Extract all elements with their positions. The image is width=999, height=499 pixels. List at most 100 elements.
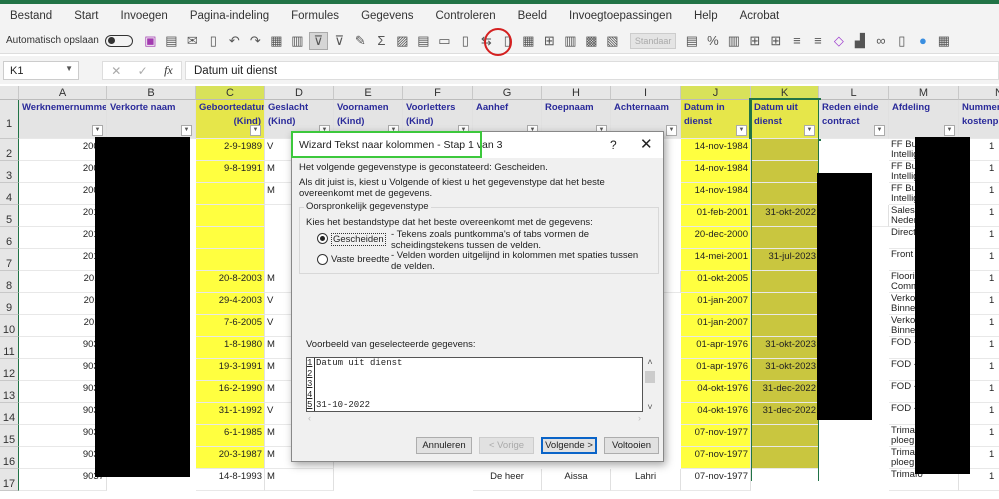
column-header-I[interactable]: I (611, 86, 681, 100)
filter-dropdown-icon[interactable]: ▼ (250, 125, 261, 136)
option-label-gescheiden[interactable]: Gescheiden (331, 233, 386, 246)
row-header-16[interactable]: 16 (0, 447, 19, 469)
row-header-15[interactable]: 15 (0, 425, 19, 447)
indent-icon[interactable]: ≡ (787, 33, 806, 48)
cell-C10[interactable]: 7-6-2005 (196, 315, 265, 337)
column-header-M[interactable]: M (889, 86, 959, 100)
radio-gescheiden[interactable] (317, 233, 328, 244)
border2-icon[interactable]: ⊞ (766, 33, 785, 49)
cell-I17[interactable]: Lahri (611, 469, 681, 491)
cell-A14[interactable]: 9037 (19, 403, 107, 425)
back-button[interactable]: < Vorige (479, 437, 534, 454)
column-header-C[interactable]: C (196, 86, 265, 100)
cell-J11[interactable]: 01-apr-1976 (681, 337, 751, 359)
row-header-1[interactable]: 1 (0, 100, 19, 139)
cell-C16[interactable]: 20-3-1987 (196, 447, 265, 469)
sum-icon[interactable]: Σ (372, 33, 391, 48)
grid-icon[interactable]: ⊞ (540, 33, 559, 49)
cell-J6[interactable]: 20-dec-2000 (681, 227, 751, 249)
pdf-icon[interactable]: ▯ (892, 33, 911, 49)
name-box[interactable]: K1 ▼ (3, 61, 79, 80)
cell-C8[interactable]: 20-8-2003 (196, 271, 265, 293)
cell-C2[interactable]: 2-9-1989 (196, 139, 265, 161)
insert-table-icon[interactable]: ▦ (519, 33, 538, 49)
column-header-A[interactable]: A (19, 86, 107, 100)
help-icon[interactable]: ? (610, 138, 617, 152)
menu-tab-start[interactable]: Start (74, 10, 98, 22)
column-header-D[interactable]: D (265, 86, 334, 100)
row-header-11[interactable]: 11 (0, 337, 19, 359)
save-icon[interactable]: ▣ (141, 33, 160, 49)
column-header-E[interactable]: E (334, 86, 403, 100)
check-icon[interactable]: ✓ (138, 64, 148, 78)
outdent-icon[interactable]: ≡ (808, 33, 827, 48)
cell-A7[interactable]: 2010 (19, 249, 107, 271)
save-as-icon[interactable]: ▤ (162, 33, 181, 49)
filter-dropdown-icon[interactable]: ▼ (666, 125, 677, 136)
copy-icon[interactable]: ▯ (456, 33, 475, 49)
number-icon[interactable]: ▤ (682, 33, 701, 49)
column-header-G[interactable]: G (473, 86, 542, 100)
table-icon[interactable]: ▦ (267, 33, 286, 49)
preview-vertical-scrollbar[interactable]: ˄ ˅ (643, 357, 657, 412)
cell-C15[interactable]: 6-1-1985 (196, 425, 265, 447)
filter-dropdown-icon[interactable]: ▼ (736, 125, 747, 136)
cell-J8[interactable]: 01-okt-2005 (681, 271, 751, 293)
cell-A6[interactable]: 2010 (19, 227, 107, 249)
filter-icon[interactable]: ⊽ (308, 31, 328, 50)
filter-dropdown-icon[interactable]: ▼ (874, 125, 885, 136)
column-header-N[interactable]: N (959, 86, 999, 100)
row-header-12[interactable]: 12 (0, 359, 19, 381)
menu-tab-controleren[interactable]: Controleren (436, 10, 496, 22)
cell-C11[interactable]: 1-8-1980 (196, 337, 265, 359)
option-label-vaste-breedte[interactable]: Vaste breedte (331, 254, 389, 265)
paste-icon[interactable]: ▨ (393, 33, 412, 49)
cell-A11[interactable]: 9036 (19, 337, 107, 359)
autosave-toggle[interactable] (104, 34, 133, 47)
column-header-H[interactable]: H (542, 86, 611, 100)
chevron-down-icon[interactable]: ▼ (65, 64, 73, 73)
cell-J16[interactable]: 07-nov-1977 (681, 447, 751, 469)
column-header-L[interactable]: L (819, 86, 889, 100)
row-header-17[interactable]: 17 (0, 469, 19, 491)
menu-tab-invoegtoepassingen[interactable]: Invoegtoepassingen (569, 10, 672, 22)
cell-C14[interactable]: 31-1-1992 (196, 403, 265, 425)
cell-C13[interactable]: 16-2-1990 (196, 381, 265, 403)
eraser-icon[interactable]: ◇ (829, 33, 848, 49)
redo-icon[interactable]: ↷ (246, 33, 265, 49)
cell-A8[interactable]: 2011 (19, 271, 107, 293)
cell-C9[interactable]: 29-4-2003 (196, 293, 265, 315)
picture-icon[interactable]: ▧ (603, 33, 622, 49)
row-header-5[interactable]: 5 (0, 205, 19, 227)
column-header-J[interactable]: J (681, 86, 751, 100)
column-header-K[interactable]: K (751, 86, 819, 100)
cell-C5[interactable] (196, 205, 265, 227)
border-icon[interactable]: ⊞ (745, 33, 764, 49)
cell-A15[interactable]: 9037 (19, 425, 107, 447)
cell-J5[interactable]: 01-feb-2001 (681, 205, 751, 227)
menu-tab-invoegen[interactable]: Invoegen (121, 10, 168, 22)
row-header-14[interactable]: 14 (0, 403, 19, 425)
cell-J15[interactable]: 07-nov-1977 (681, 425, 751, 447)
finish-button[interactable]: Voltooien (604, 437, 659, 454)
freeze-icon[interactable]: ▤ (414, 33, 433, 49)
cell-J17[interactable]: 07-nov-1977 (681, 469, 751, 491)
menu-tab-pagina-indeling[interactable]: Pagina-indeling (190, 10, 269, 22)
cell-C4[interactable] (196, 183, 265, 205)
filter-dropdown-icon[interactable]: ▼ (181, 125, 192, 136)
row-header-4[interactable]: 4 (0, 183, 19, 205)
menu-tab-beeld[interactable]: Beeld (518, 10, 547, 22)
cell-C17[interactable]: 14-8-1993 (196, 469, 265, 491)
cell-A4[interactable]: 2009 (19, 183, 107, 205)
row-header-9[interactable]: 9 (0, 293, 19, 315)
cell-A17[interactable]: 9037 (19, 469, 107, 491)
conditional-icon[interactable]: ▥ (724, 33, 743, 49)
format-painter-icon[interactable]: ✎ (351, 33, 370, 49)
cell-A13[interactable]: 9037 (19, 381, 107, 403)
cell-J12[interactable]: 01-apr-1976 (681, 359, 751, 381)
circle-icon[interactable]: ● (913, 33, 932, 48)
sort-icon[interactable]: ▭ (435, 33, 454, 49)
cell-J13[interactable]: 04-okt-1976 (681, 381, 751, 403)
filter-dropdown-icon[interactable]: ▼ (92, 125, 103, 136)
cell-A9[interactable]: 2011 (19, 293, 107, 315)
